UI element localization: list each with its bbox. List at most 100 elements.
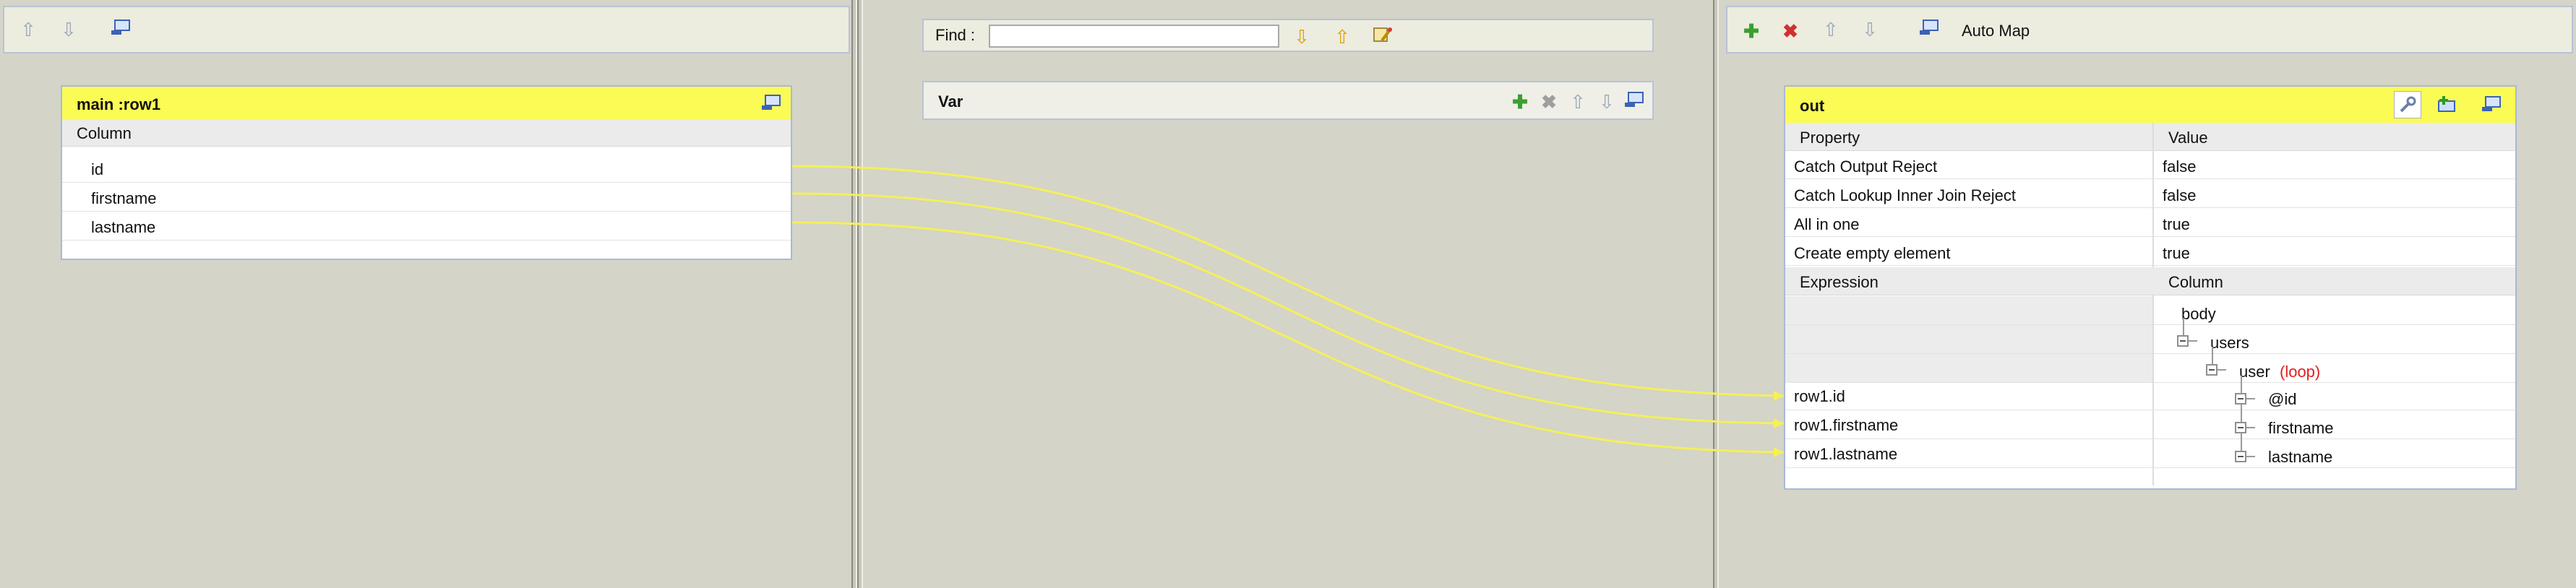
minimize-icon[interactable] xyxy=(1918,17,1940,39)
property-value-text: true xyxy=(2163,215,2190,233)
table-row[interactable]: lastname xyxy=(62,212,791,241)
expression-row[interactable]: row1.lastname xyxy=(1785,441,2152,468)
out-table: out Property Value Catch Output Reject f… xyxy=(1784,85,2517,490)
add-icon[interactable]: ✚ xyxy=(1509,91,1531,113)
tree-node-users: users xyxy=(2210,334,2249,352)
tree-row[interactable]: body xyxy=(2154,296,2515,325)
add-output-icon[interactable]: ✚ xyxy=(1740,20,1762,42)
find-input[interactable] xyxy=(989,25,1279,48)
add-column-icon[interactable] xyxy=(2436,94,2457,116)
property-value[interactable]: false xyxy=(2154,181,2515,208)
expression-row[interactable]: row1.firstname xyxy=(1785,412,2152,439)
move-up-icon[interactable]: ⇧ xyxy=(1820,19,1842,40)
property-value-text: true xyxy=(2163,244,2190,262)
var-table: Var ✚ ✖ ⇧ ⇩ xyxy=(922,81,1654,120)
tree-row[interactable]: lastname xyxy=(2154,441,2515,468)
tree-connector xyxy=(2217,369,2226,371)
property-value[interactable]: true xyxy=(2154,209,2515,237)
highlight-icon[interactable] xyxy=(1372,25,1394,46)
property-header: Property xyxy=(1800,129,1860,147)
tree-row[interactable]: @id xyxy=(2154,383,2515,410)
property-value[interactable]: false xyxy=(2154,152,2515,179)
loop-tag: (loop) xyxy=(2280,363,2321,381)
property-value-text: false xyxy=(2163,186,2197,204)
property-row[interactable]: Create empty element xyxy=(1785,238,2152,266)
move-down-icon[interactable]: ⇩ xyxy=(1859,19,1881,40)
minimize-icon[interactable] xyxy=(1623,90,1645,111)
find-label: Find : xyxy=(935,26,976,44)
minimize-table-icon[interactable] xyxy=(760,92,782,114)
property-name: Catch Output Reject xyxy=(1794,157,1938,176)
property-name: Create empty element xyxy=(1794,244,1951,262)
table-header: out xyxy=(1785,87,2515,123)
find-toolbar: Find : ⇩ ⇧ xyxy=(922,19,1654,52)
main-row1-table: main :row1 Column id firstname lastname xyxy=(61,85,792,260)
table-title: out xyxy=(1800,97,1825,115)
move-down-icon[interactable]: ⇩ xyxy=(58,19,80,40)
expression-row[interactable]: row1.id xyxy=(1785,383,2152,410)
property-row[interactable]: All in one xyxy=(1785,209,2152,237)
expression-header: Expression xyxy=(1800,273,1879,291)
left-splitter[interactable] xyxy=(851,0,857,588)
table-row[interactable]: id xyxy=(62,155,791,183)
tree-row[interactable]: firstname xyxy=(2154,412,2515,439)
center-splitter-b[interactable] xyxy=(1713,0,1719,588)
move-up-icon[interactable]: ⇧ xyxy=(17,19,39,40)
right-toolbar: ✚ ✖ ⇧ ⇩ Auto Map xyxy=(1726,6,2573,53)
expression-row-empty xyxy=(1785,325,2152,354)
wrench-icon[interactable] xyxy=(2394,91,2421,118)
move-down-icon[interactable]: ⇩ xyxy=(1596,91,1618,113)
minimize-icon[interactable] xyxy=(110,17,132,39)
expression-text: row1.id xyxy=(1794,387,1845,405)
tree-connector xyxy=(2246,456,2255,457)
auto-map-button[interactable]: Auto Map xyxy=(1962,22,2030,40)
tree-node-lastname: lastname xyxy=(2268,448,2333,466)
column-header: Column xyxy=(2168,273,2223,291)
tree-connector xyxy=(2189,340,2197,342)
delete-icon[interactable]: ✖ xyxy=(1538,91,1560,113)
minimize-table-icon[interactable] xyxy=(2481,94,2502,116)
expression-row-empty xyxy=(1785,296,2152,325)
left-toolbar: ⇧ ⇩ xyxy=(3,6,850,53)
column-header: Column xyxy=(62,120,791,147)
link-id xyxy=(791,165,1785,397)
row-label: id xyxy=(91,160,104,178)
tree-node-firstname: firstname xyxy=(2268,419,2334,437)
expression-text: row1.firstname xyxy=(1794,416,1899,434)
collapse-user-icon[interactable] xyxy=(2206,364,2217,376)
row-label: lastname xyxy=(91,218,156,236)
move-up-icon[interactable]: ⇧ xyxy=(1567,91,1589,113)
collapse-users-icon[interactable] xyxy=(2177,335,2189,347)
property-row[interactable]: Catch Lookup Inner Join Reject xyxy=(1785,181,2152,208)
property-name: All in one xyxy=(1794,215,1860,233)
property-row[interactable]: Catch Output Reject xyxy=(1785,152,2152,179)
collapse-lastname-icon[interactable] xyxy=(2235,451,2246,462)
tree-node-id: @id xyxy=(2268,390,2297,408)
tree-node-body: body xyxy=(2181,305,2216,323)
collapse-id-icon[interactable] xyxy=(2235,393,2246,405)
link-firstname xyxy=(791,192,1785,425)
row-label: firstname xyxy=(91,189,157,207)
table-title: main :row1 xyxy=(77,95,161,113)
property-name: Catch Lookup Inner Join Reject xyxy=(1794,186,2016,204)
find-previous-icon[interactable]: ⇧ xyxy=(1331,26,1353,48)
column-header-label: Column xyxy=(77,124,132,142)
tree-row[interactable]: users xyxy=(2154,325,2515,354)
find-next-icon[interactable]: ⇩ xyxy=(1291,26,1313,48)
tree-connector xyxy=(2246,427,2255,428)
link-arrow-icon xyxy=(1774,447,1784,457)
tree-node-user: user xyxy=(2239,363,2270,381)
table-row[interactable]: firstname xyxy=(62,183,791,212)
property-value[interactable]: true xyxy=(2154,238,2515,266)
link-arrow-icon xyxy=(1774,391,1784,401)
link-arrow-icon xyxy=(1774,418,1784,428)
tree-connector xyxy=(2241,376,2242,457)
remove-output-icon[interactable]: ✖ xyxy=(1779,20,1801,42)
center-splitter-a[interactable] xyxy=(857,0,863,588)
property-header-row: Property Value xyxy=(1785,123,2515,151)
link-lastname xyxy=(791,221,1785,454)
property-value-text: false xyxy=(2163,157,2197,176)
collapse-firstname-icon[interactable] xyxy=(2235,422,2246,433)
value-header: Value xyxy=(2168,129,2208,147)
expression-header-row: Expression Column xyxy=(1785,267,2515,295)
